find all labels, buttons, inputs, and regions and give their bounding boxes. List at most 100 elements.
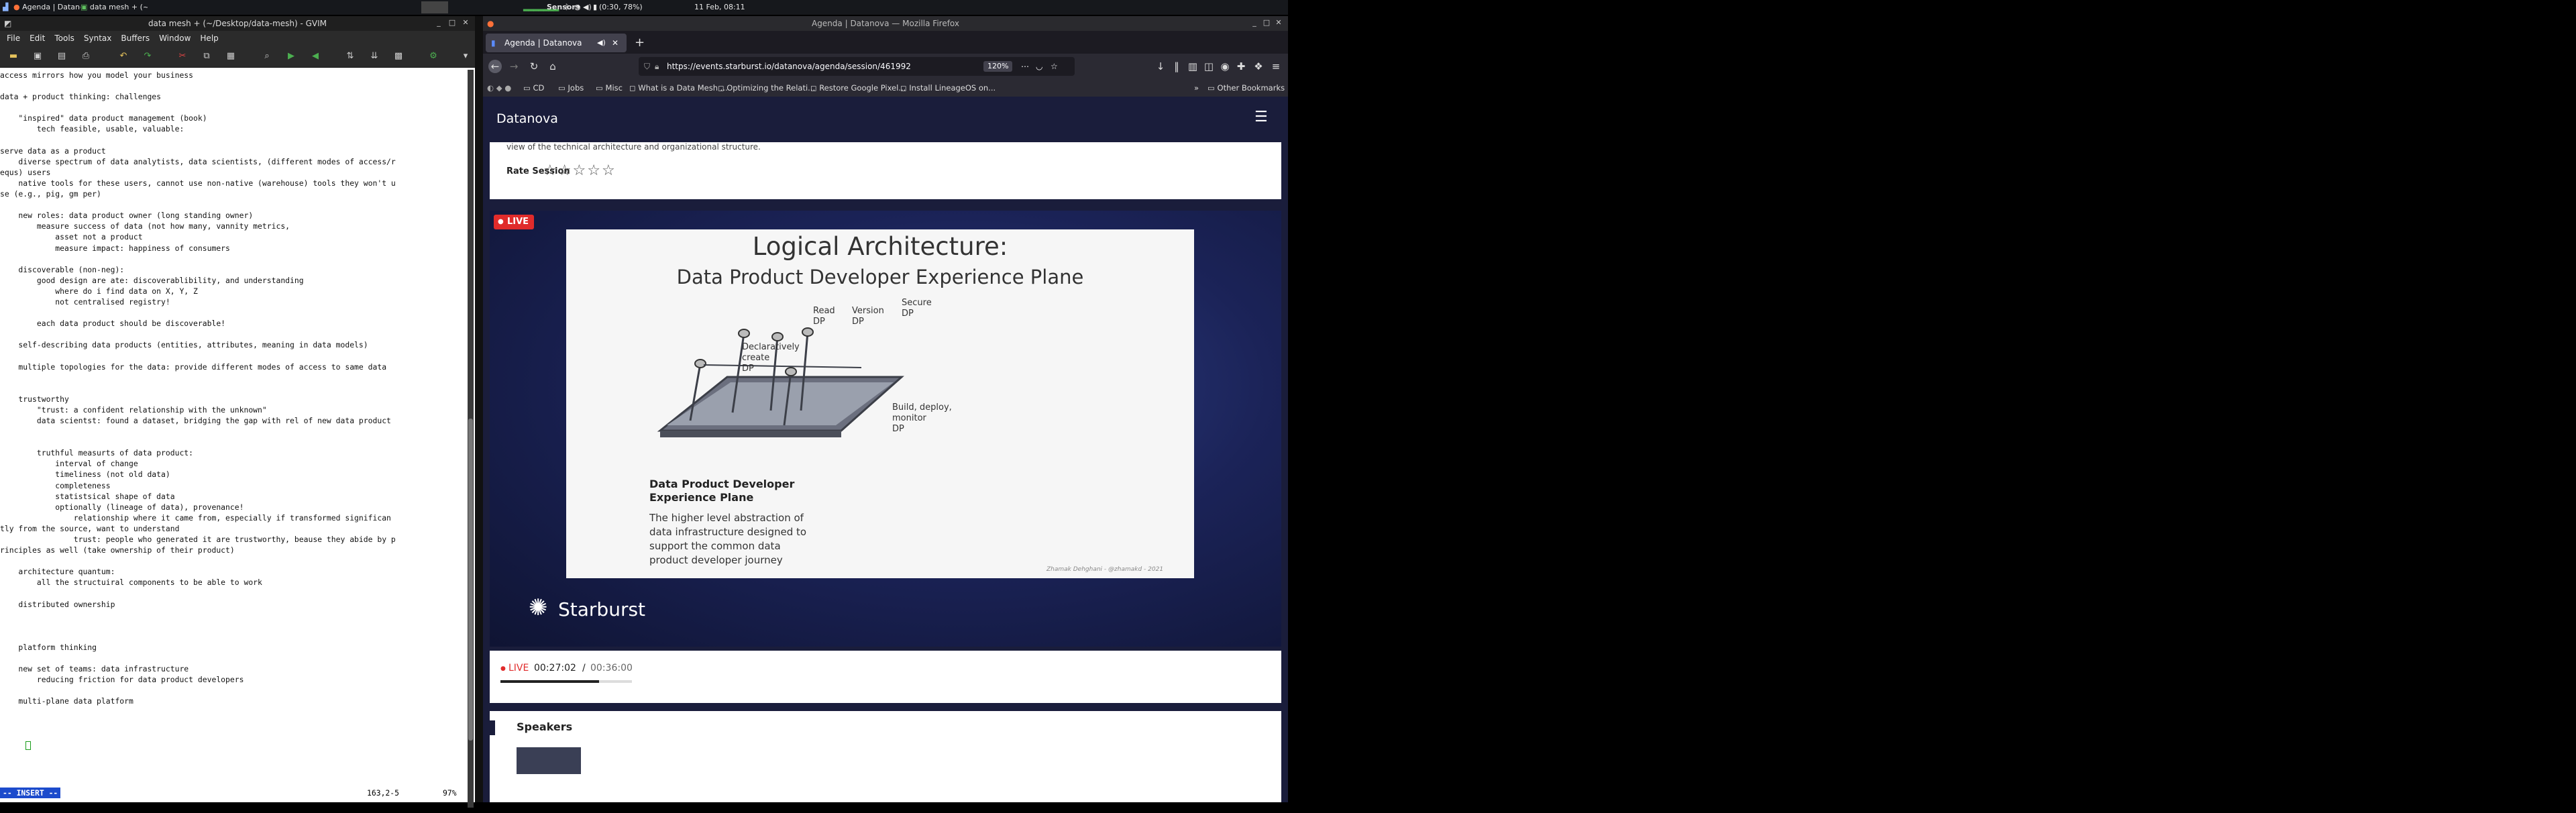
close-icon[interactable]: ✕ (462, 19, 470, 27)
pocket-icon[interactable]: ◡ (1036, 57, 1042, 76)
save-icon[interactable]: ▣ (32, 51, 43, 62)
bookmark-folder-cd[interactable]: ▭ CD (523, 79, 544, 97)
extensions-icon[interactable]: ❖ (1252, 60, 1265, 73)
player-live-label: LIVE (508, 663, 529, 673)
star-3-icon[interactable]: ☆ (572, 162, 586, 179)
toolbar-more-icon[interactable]: ▾ (460, 51, 471, 62)
forward-icon[interactable]: → (507, 60, 521, 73)
ff-minimize-icon[interactable]: _ (1250, 19, 1258, 27)
zoom-indicator[interactable]: 120% (983, 61, 1013, 72)
save-session-icon[interactable]: ⇊ (369, 51, 380, 62)
bookmark-icons-misc[interactable]: ◐ ◆ ● (487, 79, 511, 97)
vim-line (0, 707, 466, 718)
slide-title: Logical Architecture: (752, 232, 1008, 261)
launcher-icon[interactable]: ▟ (3, 1, 11, 13)
run-script-icon[interactable]: ▩ (393, 51, 404, 62)
other-bookmarks[interactable]: ▭ Other Bookmarks (1208, 79, 1285, 97)
vim-line (0, 199, 466, 210)
maximize-icon[interactable]: □ (448, 19, 456, 27)
vim-line: tly from the source, want to understand (0, 523, 180, 533)
shield-icon[interactable]: ⛉ (644, 57, 650, 76)
account-icon[interactable]: ◉ (1218, 60, 1232, 73)
star-1-icon[interactable]: ☆ (543, 162, 557, 179)
site-logo[interactable]: Datanova (496, 111, 558, 126)
lock-icon[interactable]: 🔒︎ (655, 57, 659, 76)
url-bar[interactable]: ⛉ 🔒︎ https://events.starburst.io/datanov… (639, 57, 1075, 76)
cut-icon[interactable]: ✂ (177, 51, 188, 62)
bookmark-data-mesh[interactable]: ◻ What is a Data Mesh ... (629, 79, 728, 97)
menu-tools[interactable]: Tools (54, 34, 74, 43)
make-icon[interactable]: ⚙ (428, 51, 439, 62)
menu-window[interactable]: Window (159, 34, 191, 43)
minimize-icon[interactable]: _ (435, 19, 443, 27)
save-all-icon[interactable]: ▤ (56, 51, 67, 62)
folder-icon: ▭ (1208, 83, 1218, 93)
speaker-photo[interactable] (517, 747, 581, 774)
copy-icon[interactable]: ⧉ (201, 51, 212, 62)
gvim-window-icon: ◩ (4, 19, 12, 28)
star-5-icon[interactable]: ☆ (602, 162, 615, 179)
vim-scrollbar-thumb[interactable] (468, 419, 473, 741)
find-prev-icon[interactable]: ◀ (310, 51, 321, 62)
ff-maximize-icon[interactable]: □ (1263, 19, 1271, 27)
find-icon[interactable]: ⌕ (262, 51, 272, 62)
bookmark-folder-misc[interactable]: ▭ Misc (596, 79, 623, 97)
open-icon[interactable]: ▬ (8, 51, 19, 62)
reload-icon[interactable]: ↻ (527, 60, 541, 73)
wifi-icon[interactable]: ◔ (574, 1, 581, 13)
tab-audio-icon[interactable]: ◀) (597, 34, 606, 52)
menu-syntax[interactable]: Syntax (84, 34, 111, 43)
library-icon[interactable]: ‖ (1170, 60, 1183, 73)
menu-help[interactable]: Help (200, 34, 218, 43)
extension-icon[interactable]: ✚ (1234, 60, 1248, 73)
firefox-title: Agenda | Datanova — Mozilla Firefox (811, 19, 960, 28)
bookmark-star-icon[interactable]: ☆ (1051, 57, 1058, 76)
workspace-switcher[interactable] (421, 1, 448, 13)
tab-close-icon[interactable]: ✕ (612, 34, 619, 52)
vim-buffer[interactable]: access mirrors how you model your busine… (0, 70, 466, 798)
redo-icon[interactable]: ↷ (142, 51, 153, 62)
find-next-icon[interactable]: ▶ (286, 51, 297, 62)
bookmarks-overflow-icon[interactable]: » (1194, 79, 1199, 97)
app-menu-icon[interactable]: ≡ (1269, 60, 1283, 73)
vim-line (0, 588, 466, 599)
clock[interactable]: 11 Feb, 08:11 (694, 1, 745, 13)
paste-icon[interactable]: ▦ (225, 51, 236, 62)
back-icon[interactable]: ← (488, 60, 502, 73)
vim-line: truthful measurts of data product: (0, 448, 194, 458)
star-4-icon[interactable]: ☆ (587, 162, 600, 179)
bookmark-optimizing[interactable]: ◻ Optimizing the Relati... (718, 79, 815, 97)
vim-scrollbar[interactable] (468, 70, 474, 808)
star-2-icon[interactable]: ☆ (558, 162, 572, 179)
menu-file[interactable]: File (7, 34, 20, 43)
taskbar-item-gvim[interactable]: ▣ data mesh + (~/Desktop/dat… (80, 1, 148, 13)
menu-edit[interactable]: Edit (30, 34, 45, 43)
vim-line: platform thinking (0, 642, 97, 652)
vim-line: multiple topologies for the data: provid… (0, 362, 387, 372)
page-actions-icon[interactable]: ⋯ (1021, 57, 1029, 76)
tab-agenda[interactable]: ▮ Agenda | Datanova ◀) ✕ (486, 34, 627, 52)
bluetooth-icon[interactable]: ᛒ (565, 1, 570, 13)
ff-close-icon[interactable]: ✕ (1275, 19, 1283, 27)
menu-buffers[interactable]: Buffers (121, 34, 150, 43)
load-session-icon[interactable]: ⇅ (345, 51, 356, 62)
url-text[interactable]: https://events.starburst.io/datanova/age… (667, 57, 911, 76)
volume-icon[interactable]: ◀) (583, 1, 592, 13)
print-icon[interactable]: ⎙ (80, 51, 91, 62)
speakers-heading: Speakers (517, 720, 573, 733)
bookmark-folder-jobs[interactable]: ▭ Jobs (558, 79, 584, 97)
progress-track[interactable] (500, 680, 632, 683)
tab-label: Agenda | Datanova (504, 38, 582, 48)
undo-icon[interactable]: ↶ (118, 51, 129, 62)
downloads-icon[interactable]: ↓ (1154, 60, 1167, 73)
screenshot-icon[interactable]: ◫ (1202, 60, 1216, 73)
bookmark-restore-pixel[interactable]: ◻ Restore Google Pixel... (810, 79, 906, 97)
video-player[interactable]: ● LIVE Logical Architecture: Data Produc… (490, 211, 1281, 647)
new-tab-icon[interactable]: + (635, 34, 645, 52)
bookmark-lineageos[interactable]: ◻ Install LineageOS on... (900, 79, 996, 97)
hamburger-menu-icon[interactable]: ☰ (1254, 109, 1268, 125)
sidebar-icon[interactable]: ▥ (1186, 60, 1199, 73)
home-icon[interactable]: ⌂ (546, 60, 559, 73)
taskbar-item-firefox[interactable]: ● Agenda | Datanova — Mozil… (13, 1, 80, 13)
vim-line: optionally (lineage of data), provenance… (0, 502, 244, 512)
